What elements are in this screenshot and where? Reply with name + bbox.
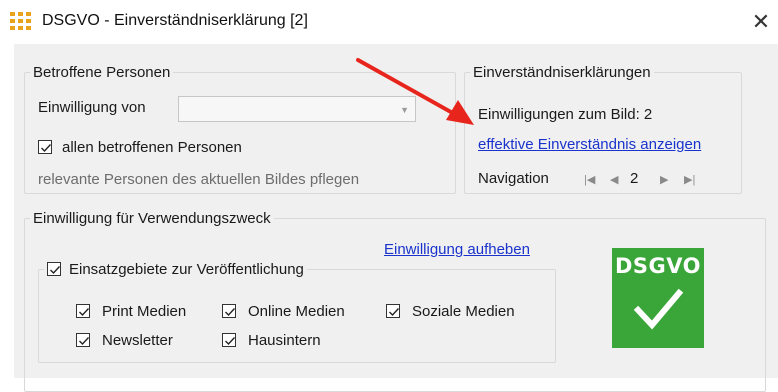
- einsatzgebiete-label: Einsatzgebiete zur Veröffentlichung: [69, 261, 304, 278]
- label-soziale-medien: Soziale Medien: [412, 303, 515, 320]
- einwilligungen-count: Einwilligungen zum Bild: 2: [478, 106, 653, 123]
- checkbox-print-medien[interactable]: [76, 304, 90, 318]
- label-einwilligung-von: Einwilligung von: [38, 99, 146, 116]
- check-icon: [225, 308, 236, 317]
- checkbox-soziale-medien[interactable]: [386, 304, 400, 318]
- checkbox-all-persons-label: allen betroffenen Personen: [62, 139, 242, 156]
- check-icon: [79, 308, 90, 317]
- check-icon: [50, 266, 61, 275]
- check-icon: [389, 308, 400, 317]
- check-icon: [41, 144, 52, 153]
- close-icon[interactable]: ✕: [748, 8, 774, 36]
- label-online-medien: Online Medien: [248, 303, 345, 320]
- checkbox-newsletter[interactable]: [76, 333, 90, 347]
- link-einwilligung-aufheben[interactable]: Einwilligung aufheben: [384, 241, 530, 258]
- checkbox-online-medien[interactable]: [222, 304, 236, 318]
- link-effektive-einverstaendnis[interactable]: effektive Einverständnis anzeigen: [478, 136, 701, 153]
- label-print-medien: Print Medien: [102, 303, 187, 320]
- hint-relevante-personen: relevante Personen des aktuellen Bildes …: [38, 171, 360, 188]
- app-icon: [10, 12, 32, 30]
- group-verwendungszweck-legend: Einwilligung für Verwendungszweck: [33, 210, 271, 227]
- einsatzgebiete-legend: Einsatzgebiete zur Veröffentlichung: [44, 261, 307, 278]
- window-title: DSGVO - Einverständniserklärung [2]: [42, 12, 308, 29]
- group-einverst-legend: Einverständniserklärungen: [473, 64, 651, 81]
- checkbox-einsatzgebiete[interactable]: [47, 262, 61, 276]
- nav-last-icon[interactable]: ▶|: [684, 173, 695, 186]
- dsgvo-badge: DSGVO: [612, 248, 704, 348]
- einwilligung-von-combo[interactable]: ▼: [178, 96, 416, 122]
- nav-first-icon[interactable]: |◀: [584, 173, 595, 186]
- title-bar: DSGVO - Einverständniserklärung [2] ✕: [0, 0, 778, 44]
- check-icon: [79, 337, 90, 346]
- nav-prev-icon[interactable]: ◀: [610, 173, 618, 186]
- check-icon: [225, 337, 236, 346]
- check-icon: [633, 288, 684, 330]
- chevron-down-icon: ▼: [400, 105, 409, 115]
- checkbox-all-persons[interactable]: [38, 140, 52, 154]
- dialog-client: Betroffene Personen Einwilligung von ▼ a…: [14, 44, 778, 392]
- label-newsletter: Newsletter: [102, 332, 173, 349]
- label-hausintern: Hausintern: [248, 332, 321, 349]
- checkbox-hausintern[interactable]: [222, 333, 236, 347]
- navigation-value: 2: [630, 170, 639, 187]
- group-betroffene-legend: Betroffene Personen: [33, 64, 171, 81]
- nav-next-icon[interactable]: ▶: [660, 173, 668, 186]
- navigation-label: Navigation: [478, 170, 549, 187]
